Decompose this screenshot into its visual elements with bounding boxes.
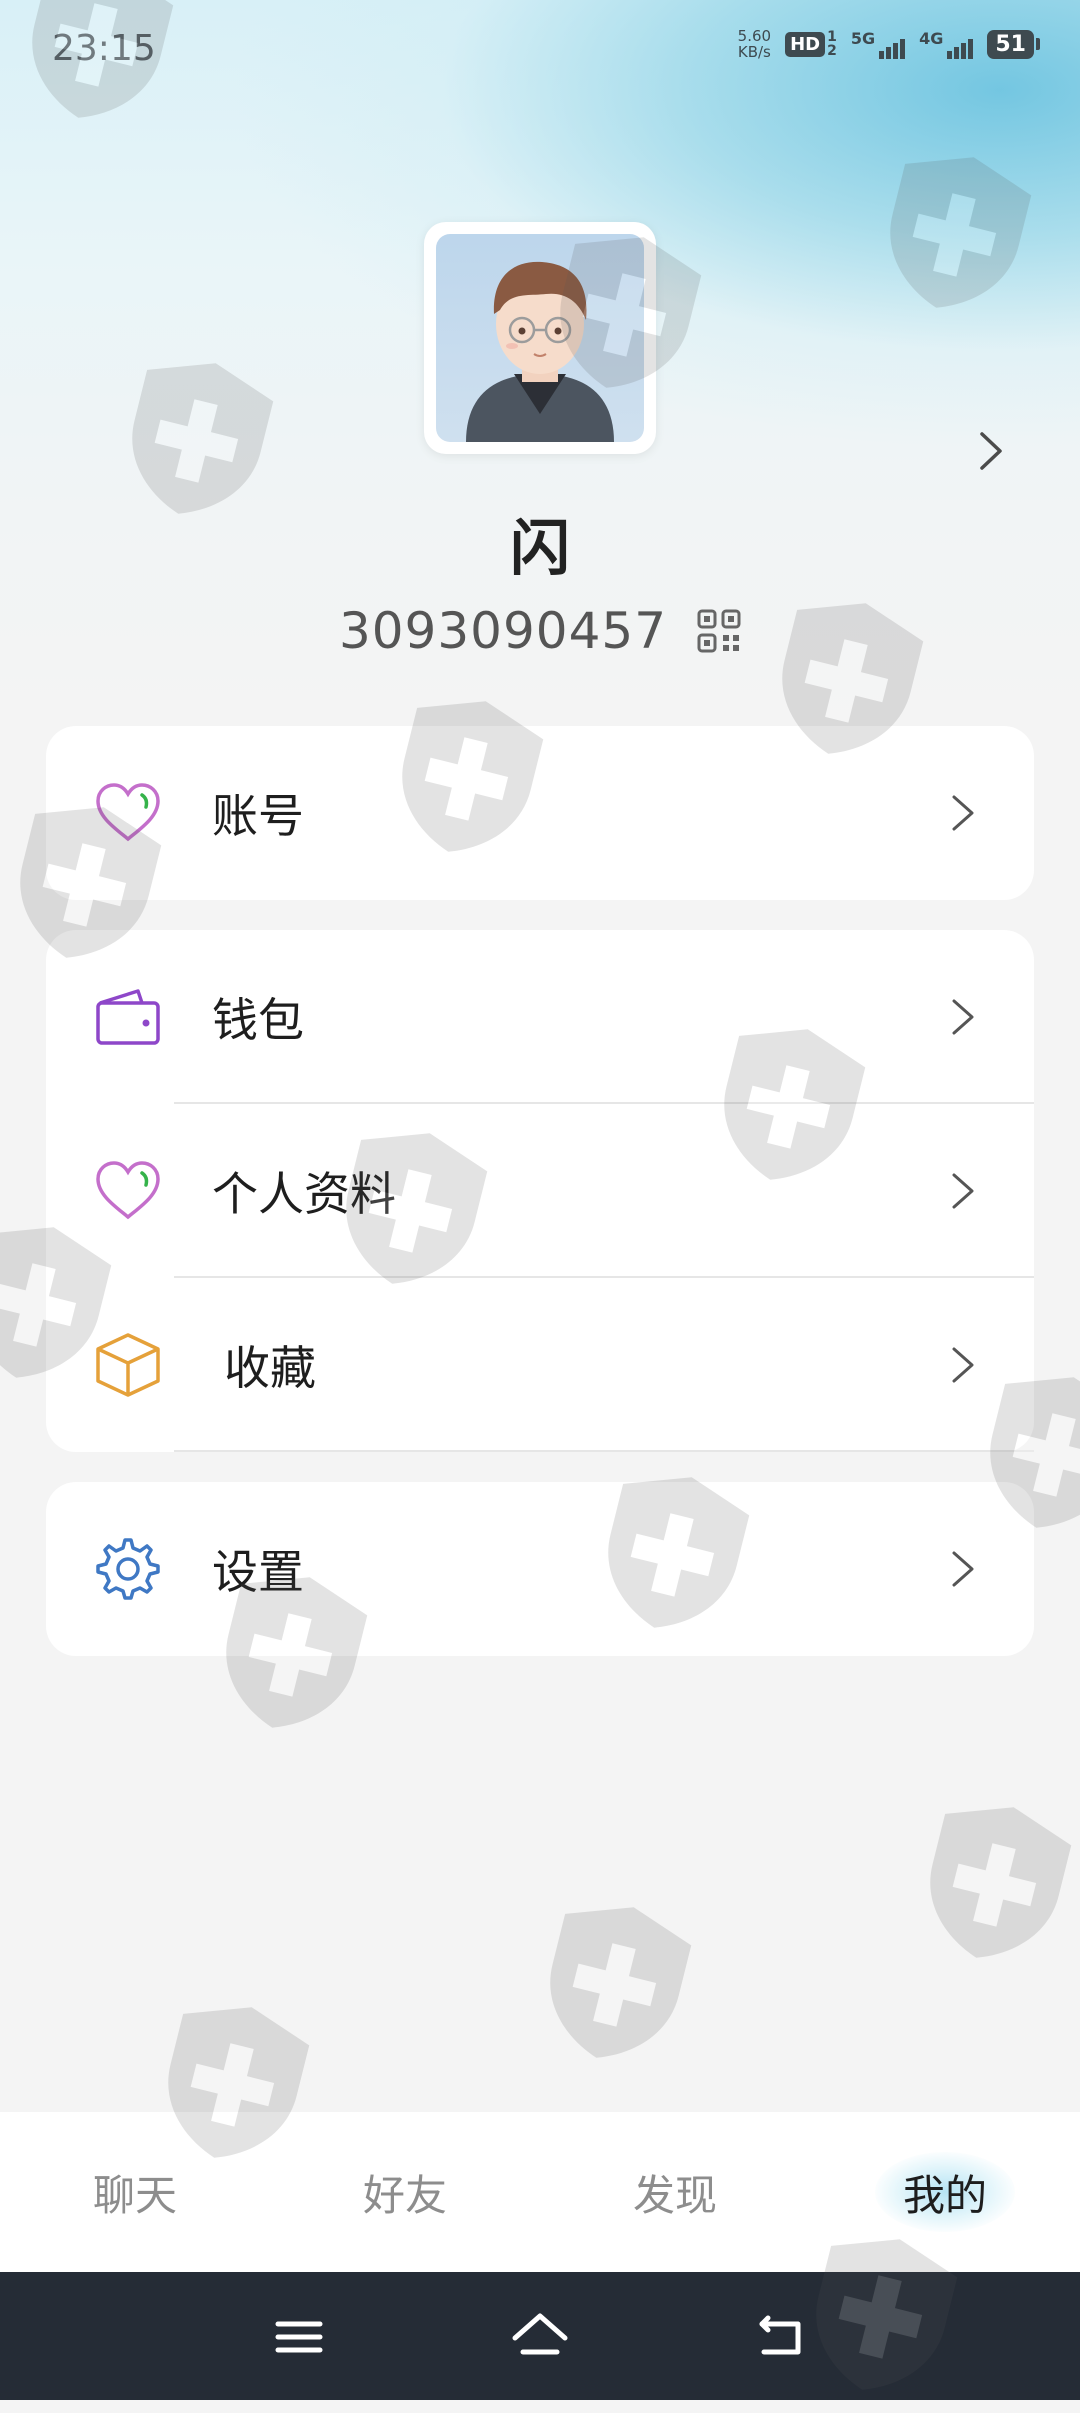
status-time: 23:15 [52,28,156,69]
menu-item-settings[interactable]: 设置 [46,1482,1034,1656]
battery-icon: 51 [987,29,1040,59]
menu-item-favorites[interactable]: 收藏 [46,1278,1034,1452]
divider [174,1450,1034,1452]
menu-icon[interactable] [264,2302,334,2372]
services-card: 钱包 个人资料 收藏 [46,930,1034,1452]
nav-tab-chat[interactable]: 聊天 [0,2112,270,2272]
nav-tab-friends-label: 好友 [362,2170,447,2220]
chevron-right-icon [952,795,974,831]
menu-item-wallet[interactable]: 钱包 [46,930,1034,1104]
heart-icon [90,1153,166,1229]
bottom-nav: 聊天 好友 发现 我的 [0,2112,1080,2272]
signal-5g-icon: 5G [850,29,906,59]
nav-tab-me[interactable]: 我的 [810,2112,1080,2272]
shield-watermark-icon [930,1807,1072,1958]
signal-5g-label: 5G [850,29,876,48]
nav-tab-discover[interactable]: 发现 [540,2112,810,2272]
nav-tab-chat-label: 聊天 [92,2170,177,2220]
signal-4g-label: 4G [919,29,944,48]
chevron-right-icon [952,999,974,1035]
signal-4g-icon: 4G [919,29,974,59]
home-icon[interactable] [505,2302,575,2372]
wallet-icon [90,979,166,1055]
user-id: 3093090457 [338,602,668,660]
hd-voice-icon: HD 1 2 [785,30,837,58]
user-id-row: 3093090457 [0,602,1080,660]
chevron-right-icon [952,1551,974,1587]
account-label: 账号 [212,789,304,843]
nav-tab-discover-label: 发现 [632,2170,717,2220]
favorites-label: 收藏 [224,1341,316,1395]
account-card: 账号 [46,726,1034,900]
wallet-label: 钱包 [212,993,304,1047]
chevron-right-icon [952,1173,974,1209]
profile-chevron-right-icon[interactable] [970,428,1010,474]
nav-tab-me-label: 我的 [902,2170,987,2220]
network-speed-value: 5.60 [737,27,772,45]
avatar[interactable] [436,234,644,442]
chevron-right-icon [952,1347,974,1383]
hd-sub-top: 1 [827,29,837,45]
nickname: 闪 [510,514,570,584]
status-icons: 5.60 KB/s HD 1 2 5G 4G 51 [738,28,1040,60]
battery-level: 51 [987,29,1034,59]
network-speed-unit: KB/s [737,43,771,61]
hd-badge: HD [785,31,826,57]
box-icon [90,1327,166,1403]
avatar-frame[interactable] [424,222,656,454]
hd-sub-bottom: 2 [827,43,837,59]
gear-icon [90,1531,166,1607]
qr-code-icon[interactable] [697,609,741,653]
menu-item-profile-info[interactable]: 个人资料 [46,1104,1034,1278]
back-icon[interactable] [746,2302,816,2372]
menu-item-account[interactable]: 账号 [46,726,1034,900]
settings-card: 设置 [46,1482,1034,1656]
status-bar: 23:15 5.60 KB/s HD 1 2 5G 4G 51 [0,0,1080,100]
shield-watermark-icon [550,1907,692,2058]
network-speed: 5.60 KB/s [738,28,771,60]
profile-info-label: 个人资料 [212,1167,396,1221]
nav-tab-friends[interactable]: 好友 [270,2112,540,2272]
system-nav-bar [0,2272,1080,2400]
heart-icon [90,775,166,851]
settings-label: 设置 [212,1545,304,1599]
